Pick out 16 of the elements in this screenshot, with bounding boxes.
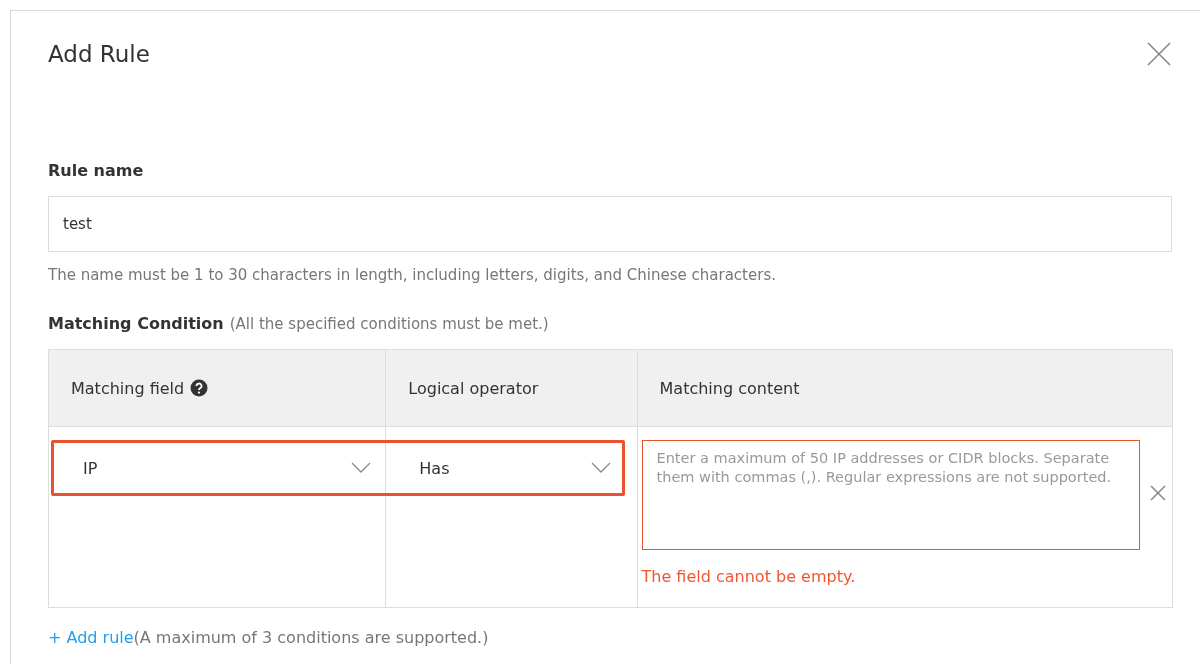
chevron-down-icon: [351, 462, 371, 474]
section-note: (All the specified conditions must be met.): [229, 315, 549, 333]
error-message: The field cannot be empty.: [641, 567, 857, 586]
remove-icon[interactable]: [1147, 483, 1168, 503]
rule-name-field[interactable]: test: [48, 196, 1172, 252]
column-header: Matching field: [48, 349, 386, 427]
content-field[interactable]: Enter a maximum of 50 IP addresses or CIDR blocks. Separate them with commas (,). Regular expressions are not supported.: [641, 440, 1140, 550]
dialog-title: Add Rule: [48, 41, 150, 67]
section-label: Matching Condition: [48, 314, 224, 333]
field-label: Rule name: [48, 161, 145, 180]
hint-text: The name must be 1 to 30 characters in length, including letters, digits, and Chinese characters.: [48, 266, 777, 284]
close-icon[interactable]: [1146, 41, 1172, 67]
column-header: Logical operator: [385, 349, 637, 427]
add-rule-note: (A maximum of 3 conditions are supported.): [133, 628, 489, 647]
column-header: Matching content: [637, 349, 1173, 427]
chevron-down-icon: [591, 462, 612, 474]
